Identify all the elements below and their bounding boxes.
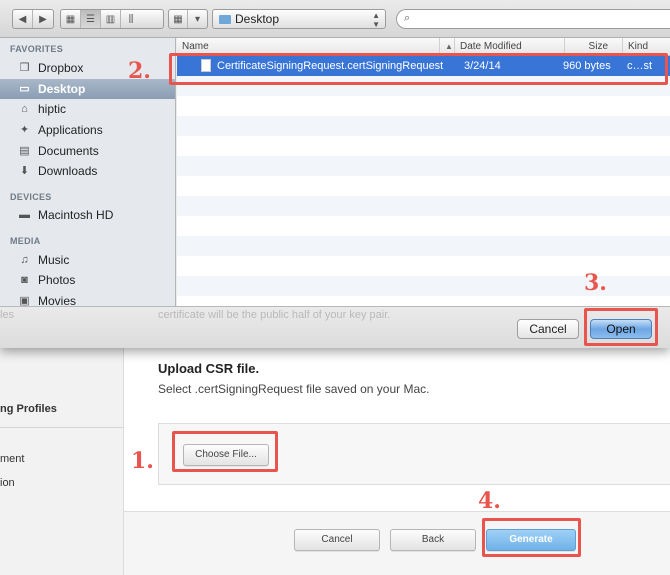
nav-item-distribution[interactable]: ion: [0, 477, 15, 489]
empty-row: [177, 236, 670, 256]
partial-background-text: les: [0, 309, 15, 321]
popup-arrows-icon: ▲ ▼: [372, 11, 380, 29]
highlight-choose-file: [172, 431, 278, 472]
back-button[interactable]: Back: [390, 529, 476, 551]
photos-icon: ◙: [21, 274, 28, 286]
empty-row: [177, 296, 670, 306]
upload-title: Upload CSR file.: [158, 361, 260, 376]
nav-item-provisioning-profiles[interactable]: ng Profiles: [0, 403, 57, 415]
list-view-icon[interactable]: ☰: [81, 10, 101, 28]
view-mode-control: ▦ ☰ ▥ ⫼: [60, 9, 164, 29]
step-2-label: 2.: [128, 58, 151, 84]
documents-icon: ▤: [19, 145, 30, 157]
empty-row: [177, 96, 670, 116]
search-input[interactable]: ⌕: [396, 9, 670, 29]
music-icon: ♫: [20, 254, 29, 266]
empty-row: [177, 176, 670, 196]
media-header: MEDIA: [10, 236, 41, 246]
dialog-button-bar: les certificate will be the public half …: [0, 306, 670, 348]
dialog-toolbar: ◀ ▶ ▦ ☰ ▥ ⫼ ▦ ▾ Desktop ▲ ▼ ⌕: [0, 0, 670, 38]
sidebar-item-macintosh-hd[interactable]: ▬ Macintosh HD: [0, 205, 175, 225]
dialog-cancel-button[interactable]: Cancel: [517, 319, 579, 339]
sidebar-item-movies[interactable]: ▣ Movies: [0, 291, 175, 306]
icon-view-icon[interactable]: ▦: [61, 10, 81, 28]
highlight-open-button: [584, 308, 658, 346]
highlight-file-row: [169, 53, 668, 85]
arrange-grid-icon: ▦: [169, 10, 188, 28]
back-arrow-icon[interactable]: ◀: [13, 10, 33, 28]
back-forward-control: ◀ ▶: [12, 9, 54, 29]
forward-arrow-icon[interactable]: ▶: [33, 10, 53, 28]
search-icon: ⌕: [404, 12, 411, 24]
empty-row: [177, 196, 670, 216]
upload-description: Select .certSigningRequest file saved on…: [158, 382, 430, 396]
empty-row: [177, 136, 670, 156]
sidebar-item-photos[interactable]: ◙ Photos: [0, 270, 175, 290]
sidebar-item-music[interactable]: ♫ Music: [0, 250, 175, 270]
highlight-generate-button: [482, 518, 581, 557]
sidebar-item-hiptic[interactable]: ⌂ hiptic: [0, 99, 175, 119]
desktop-icon: ▭: [19, 83, 30, 95]
cover-flow-icon[interactable]: ⫼: [121, 10, 141, 28]
step-3-label: 3.: [584, 270, 607, 296]
location-label: Desktop: [235, 12, 280, 26]
favorites-header: FAVORITES: [10, 44, 64, 54]
partial-background-text: certificate will be the public half of y…: [158, 309, 391, 321]
chevron-down-icon: ▾: [194, 13, 201, 25]
cancel-button[interactable]: Cancel: [294, 529, 380, 551]
devices-header: DEVICES: [10, 192, 52, 202]
form-footer: Cancel Back Generate: [124, 511, 670, 575]
left-navigation: ng Profiles ment ion: [0, 345, 124, 575]
empty-row: [177, 116, 670, 136]
folder-icon: [219, 15, 231, 24]
hard-drive-icon: ▬: [19, 209, 30, 221]
applications-icon: ✦: [19, 124, 30, 136]
sidebar-item-documents[interactable]: ▤ Documents: [0, 141, 175, 161]
nav-divider: [0, 427, 124, 428]
downloads-icon: ⬇: [19, 165, 30, 177]
file-rows: CertificateSigningRequest.certSigningReq…: [177, 56, 670, 306]
empty-row: [177, 216, 670, 236]
sidebar-item-downloads[interactable]: ⬇ Downloads: [0, 161, 175, 181]
empty-row: [177, 156, 670, 176]
movies-icon: ▣: [19, 295, 30, 306]
step-1-label: 1.: [131, 448, 154, 474]
home-icon: ⌂: [21, 103, 28, 115]
dropbox-icon: ❒: [19, 62, 30, 74]
location-popup[interactable]: Desktop ▲ ▼: [212, 9, 386, 29]
nav-item-management[interactable]: ment: [0, 453, 24, 465]
step-4-label: 4.: [478, 488, 501, 514]
column-view-icon[interactable]: ▥: [101, 10, 121, 28]
arrange-control[interactable]: ▦ ▾: [168, 9, 208, 29]
sidebar-item-applications[interactable]: ✦ Applications: [0, 120, 175, 140]
